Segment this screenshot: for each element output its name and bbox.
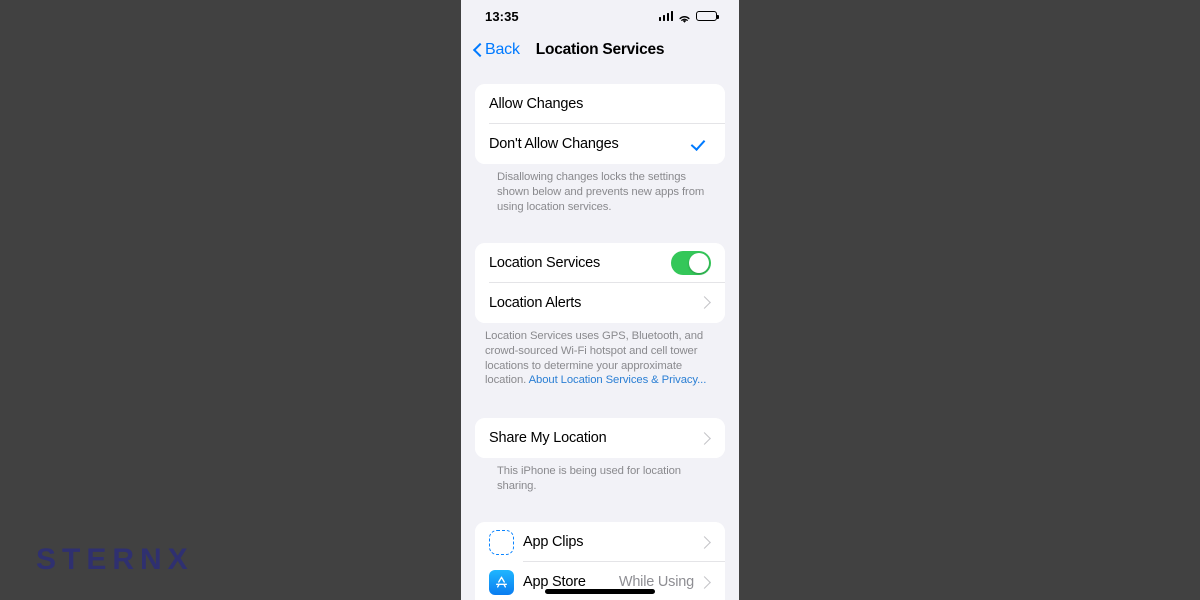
share-location-footer: This iPhone is being used for location s… bbox=[497, 465, 681, 493]
chevron-right-icon bbox=[698, 431, 711, 445]
row-app-clips[interactable]: App Clips bbox=[475, 522, 725, 563]
row-label: Share My Location bbox=[489, 430, 607, 447]
app-store-icon bbox=[489, 569, 514, 595]
row-app-store[interactable]: App Store While Using bbox=[475, 562, 725, 600]
row-label: App Clips bbox=[523, 534, 584, 551]
navigation-bar: Back Location Services bbox=[461, 32, 739, 68]
allow-changes-footer: Disallowing changes locks the settings s… bbox=[497, 171, 705, 213]
wifi-icon bbox=[678, 11, 691, 23]
chevron-right-icon bbox=[698, 296, 711, 310]
row-location-alerts[interactable]: Location Alerts bbox=[475, 282, 725, 323]
row-label: App Store bbox=[523, 574, 586, 591]
phone-screen: 13:35 Back Location Services Allow Chang… bbox=[461, 0, 739, 600]
row-label: Allow Changes bbox=[489, 96, 584, 112]
allow-changes-group: Allow Changes Don't Allow Changes bbox=[475, 84, 725, 164]
row-label: Don't Allow Changes bbox=[489, 136, 619, 152]
app-clips-icon bbox=[489, 529, 514, 555]
status-time: 13:35 bbox=[485, 8, 519, 24]
row-dont-allow-changes[interactable]: Don't Allow Changes bbox=[475, 124, 725, 164]
cellular-signal-icon bbox=[658, 11, 673, 21]
chevron-left-icon bbox=[473, 42, 483, 59]
status-bar: 13:35 bbox=[461, 0, 739, 32]
row-label: Location Services bbox=[489, 254, 601, 271]
chevron-right-icon bbox=[698, 575, 711, 589]
status-icons bbox=[658, 10, 719, 23]
row-location-services[interactable]: Location Services bbox=[475, 242, 725, 283]
watermark-sternx: STERNX bbox=[36, 543, 194, 576]
settings-content: Allow Changes Don't Allow Changes Disall… bbox=[461, 68, 739, 600]
chevron-right-icon bbox=[698, 535, 711, 549]
back-button[interactable]: Back bbox=[473, 41, 520, 59]
row-value: While Using bbox=[618, 574, 694, 591]
checkmark-icon bbox=[693, 137, 707, 151]
battery-icon bbox=[696, 10, 719, 22]
location-services-group: Location Services Location Alerts bbox=[475, 242, 725, 323]
share-location-group: Share My Location bbox=[475, 418, 725, 459]
row-allow-changes[interactable]: Allow Changes bbox=[475, 84, 725, 124]
privacy-link[interactable]: About Location Services & Privacy... bbox=[529, 374, 707, 386]
location-services-toggle[interactable] bbox=[671, 250, 711, 275]
row-label: Location Alerts bbox=[489, 294, 582, 311]
home-indicator bbox=[545, 589, 655, 594]
location-services-footer: Location Services uses GPS, Bluetooth, a… bbox=[475, 323, 725, 389]
back-button-label: Back bbox=[485, 41, 520, 58]
row-share-my-location[interactable]: Share My Location bbox=[475, 418, 725, 459]
